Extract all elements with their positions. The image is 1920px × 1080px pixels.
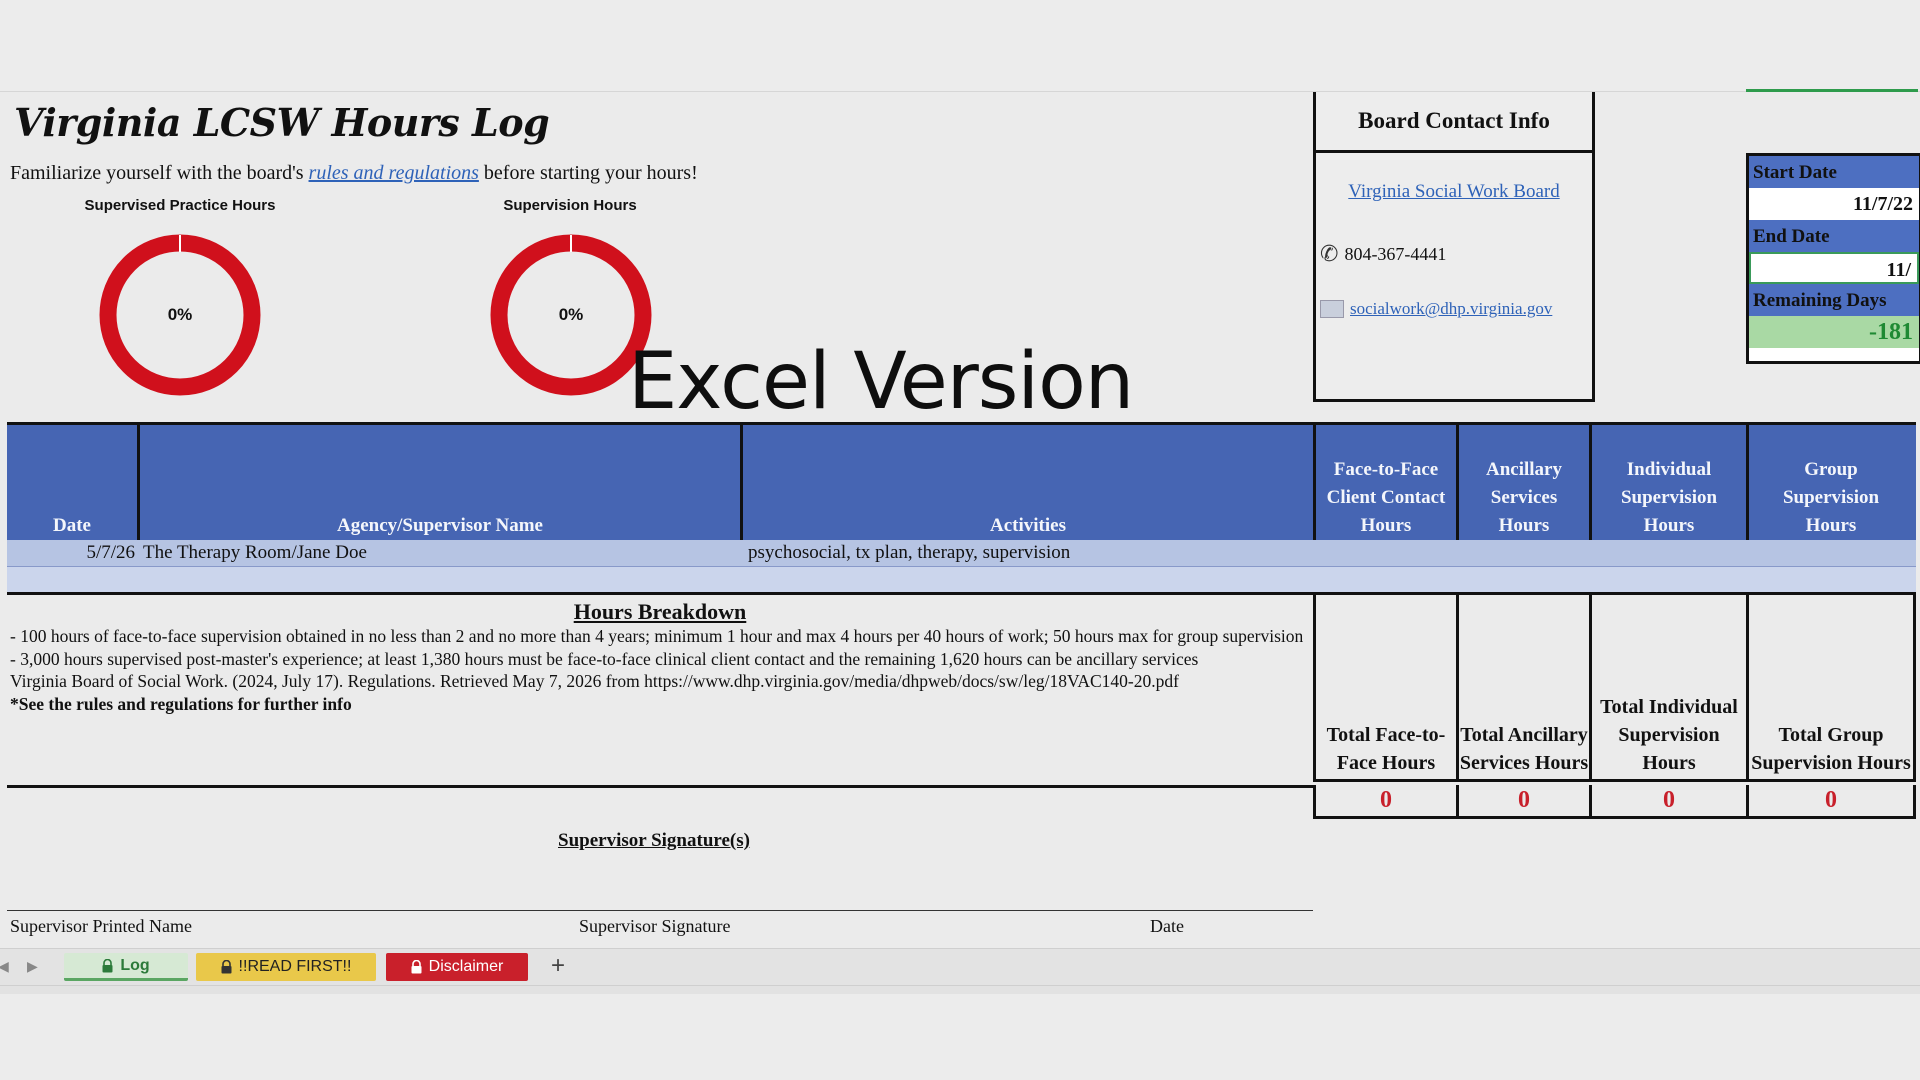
board-email-link[interactable]: socialwork@dhp.virginia.gov [1350, 299, 1552, 319]
lock-icon [221, 959, 232, 974]
signature-date-label: Date [1150, 916, 1184, 936]
header-divider [740, 425, 743, 540]
total-individual-value[interactable]: 0 [1589, 785, 1746, 819]
breakdown-heading: Hours Breakdown [573, 599, 747, 624]
donut-chart-practice[interactable]: 0% [95, 230, 265, 400]
printed-name-label: Supervisor Printed Name [10, 916, 192, 936]
header-divider [1746, 425, 1749, 540]
status-strip [0, 986, 1920, 994]
total-f2f-value[interactable]: 0 [1313, 785, 1456, 819]
header-ancillary-hours[interactable]: Ancillary Services Hours [1459, 425, 1589, 540]
phone-icon: ✆ [1320, 241, 1339, 266]
page-title: Virginia LCSW Hours Log [14, 100, 550, 145]
start-date-label: Start Date [1749, 156, 1919, 188]
row-agency[interactable]: The Therapy Room/Jane Doe [143, 540, 367, 566]
start-date-value[interactable]: 11/7/22 [1749, 188, 1919, 220]
signature-label: Supervisor Signature [579, 916, 731, 936]
tab-disclaimer-label: Disclaimer [428, 958, 504, 975]
table-row[interactable]: 5/7/26 The Therapy Room/Jane Doe psychos… [7, 540, 1916, 567]
hours-breakdown-section: Hours Breakdown - 100 hours of face-to-f… [7, 592, 1313, 788]
sheet-tab-bar: ◀ ▶ Log !!READ FIRST!! Disclaimer + [0, 948, 1920, 986]
log-table-header: Date Agency/Supervisor Name Activities F… [7, 422, 1916, 543]
header-date[interactable]: Date [7, 425, 137, 540]
scroll-left-icon[interactable]: ◀ [0, 958, 9, 975]
board-email-row: socialwork@dhp.virginia.gov [1320, 299, 1592, 319]
remaining-days-value[interactable]: -181 [1749, 316, 1919, 348]
end-date-label: End Date [1749, 220, 1919, 252]
tab-log[interactable]: Log [64, 953, 188, 981]
lock-icon [411, 959, 422, 974]
board-website-link[interactable]: Virginia Social Work Board [1348, 181, 1559, 202]
header-individual-hours[interactable]: Individual Supervision Hours [1592, 425, 1746, 540]
donut-percent-practice: 0% [167, 305, 193, 324]
total-ancillary-label: Total Ancillary Services Hours [1456, 592, 1589, 782]
header-agency[interactable]: Agency/Supervisor Name [140, 425, 740, 540]
lock-svg [221, 959, 232, 974]
scroll-right-icon[interactable]: ▶ [27, 958, 38, 975]
tab-read-first[interactable]: !!READ FIRST!! [196, 953, 376, 981]
total-group-value[interactable]: 0 [1746, 785, 1916, 819]
header-f2f-hours[interactable]: Face-to-Face Client Contact Hours [1316, 425, 1456, 540]
breakdown-line: - 3,000 hours supervised post-master's e… [10, 648, 1199, 669]
board-contact-box: Board Contact Info Virginia Social Work … [1313, 92, 1595, 402]
total-individual-label: Total Individual Supervision Hours [1589, 592, 1746, 782]
header-group-hours[interactable]: Group Supervision Hours [1749, 425, 1913, 540]
header-divider [137, 425, 140, 540]
board-contact-heading: Board Contact Info [1316, 92, 1592, 153]
remaining-days-label: Remaining Days [1749, 284, 1919, 316]
signature-heading: Supervisor Signature(s) [558, 830, 750, 851]
header-activities[interactable]: Activities [743, 425, 1313, 540]
excel-version-overlay: Excel Version [628, 337, 1134, 427]
active-cell-indicator [1746, 89, 1918, 92]
email-icon [1320, 300, 1344, 318]
header-divider [1313, 425, 1316, 540]
table-row[interactable] [7, 567, 1916, 594]
lock-icon [102, 958, 113, 973]
board-phone: 804-367-4441 [1344, 243, 1447, 264]
date-tracker-box: Start Date 11/7/22 End Date 11/ Remainin… [1746, 153, 1920, 364]
intro-before: Familiarize yourself with the board's [10, 162, 309, 184]
total-group-label: Total Group Supervision Hours [1746, 592, 1916, 782]
tab-disclaimer[interactable]: Disclaimer [386, 953, 528, 981]
total-ancillary-value[interactable]: 0 [1456, 785, 1589, 819]
intro-after: before starting your hours! [478, 162, 698, 184]
lock-svg [411, 959, 422, 974]
row-activities[interactable]: psychosocial, tx plan, therapy, supervis… [748, 540, 1070, 566]
intro-text: Familiarize yourself with the board's ru… [10, 162, 698, 185]
header-divider [1589, 425, 1592, 540]
breakdown-citation: Virginia Board of Social Work. (2024, Ju… [10, 671, 1179, 691]
signature-line [7, 910, 1313, 911]
add-sheet-icon[interactable]: + [551, 952, 565, 980]
breakdown-line: - 100 hours of face-to-face supervision … [10, 626, 1304, 646]
breakdown-note: *See the rules and regulations for furth… [10, 693, 352, 714]
chart-title-practice: Supervised Practice Hours [84, 197, 276, 214]
header-divider [1456, 425, 1459, 540]
tab-read-first-label: !!READ FIRST!! [238, 958, 352, 975]
row-date[interactable]: 5/7/26 [7, 540, 135, 566]
chart-title-supervision: Supervision Hours [503, 197, 637, 214]
lock-svg [102, 958, 113, 972]
total-f2f-label: Total Face-to-Face Hours [1313, 592, 1456, 782]
end-date-input[interactable]: 11/ [1749, 252, 1919, 284]
rules-link[interactable]: rules and regulations [309, 162, 479, 184]
tab-log-label: Log [120, 956, 150, 974]
board-phone-row: ✆ 804-367-4441 [1320, 241, 1592, 267]
spreadsheet-sheet[interactable]: Virginia LCSW Hours Log Familiarize your… [0, 89, 1920, 948]
